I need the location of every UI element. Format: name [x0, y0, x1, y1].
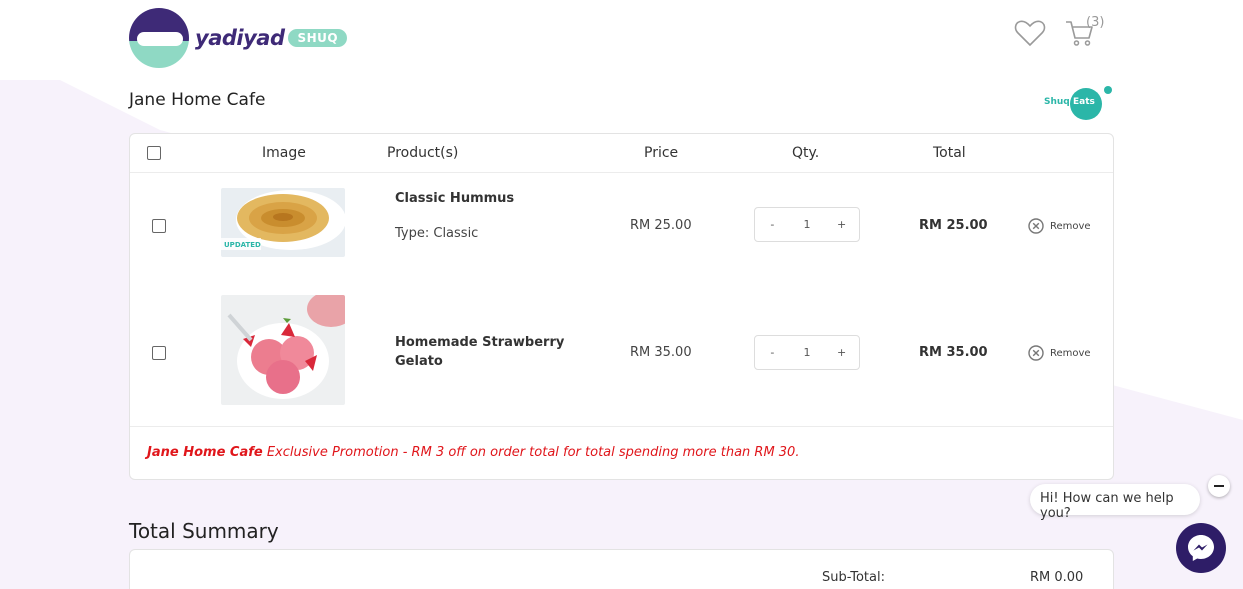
product-image-hummus[interactable]: UPDATED — [221, 188, 345, 257]
column-header-image: Image — [262, 145, 306, 161]
messenger-button[interactable] — [1176, 523, 1226, 573]
summary-card: Sub-Total: RM 0.00 — [129, 549, 1114, 589]
remove-label: Remove — [1050, 347, 1091, 359]
quantity-stepper: - 1 + — [754, 335, 860, 370]
qty-decrease-button[interactable]: - — [762, 346, 782, 359]
logo-badge: SHUQ — [288, 29, 348, 47]
promo-text: Exclusive Promotion - RM 3 off on order … — [262, 445, 800, 460]
remove-button[interactable]: Remove — [1028, 218, 1091, 234]
product-price: RM 35.00 — [630, 345, 692, 360]
chat-minimize-button[interactable] — [1208, 475, 1230, 497]
product-type: Type: Classic — [395, 226, 479, 241]
close-circle-icon — [1028, 218, 1044, 234]
item-checkbox[interactable] — [152, 346, 166, 360]
product-name[interactable]: Homemade Strawberry Gelato — [395, 333, 575, 371]
logo-text: yadiyad — [195, 26, 285, 50]
row-total: RM 35.00 — [919, 345, 988, 360]
chat-greeting-bubble[interactable]: Hi! How can we help you? — [1030, 484, 1200, 521]
cart-count-badge[interactable]: (3) — [1086, 15, 1104, 30]
row-total: RM 25.00 — [919, 218, 988, 233]
cart-table: Image Product(s) Price Qty. Total UPDATE… — [129, 133, 1114, 480]
divider — [130, 172, 1113, 173]
product-image-gelato[interactable] — [221, 295, 345, 405]
qty-value[interactable]: 1 — [797, 218, 817, 231]
column-header-total: Total — [933, 145, 966, 161]
qty-value[interactable]: 1 — [797, 346, 817, 359]
product-price: RM 25.00 — [630, 218, 692, 233]
product-name[interactable]: Classic Hummus — [395, 189, 514, 208]
store-name[interactable]: Jane Home Cafe — [129, 90, 265, 110]
column-header-products: Product(s) — [387, 145, 459, 161]
select-all-checkbox[interactable] — [147, 146, 161, 160]
summary-title: Total Summary — [129, 519, 279, 543]
subtotal-label: Sub-Total: — [822, 570, 885, 585]
promotion-banner: Jane Home Cafe Exclusive Promotion - RM … — [147, 445, 799, 460]
site-logo[interactable]: yadiyad SHUQ — [129, 8, 348, 68]
qty-increase-button[interactable]: + — [832, 346, 852, 359]
column-header-price: Price — [644, 145, 679, 161]
logo-emblem — [129, 8, 189, 68]
minus-icon — [1214, 485, 1224, 487]
messenger-icon — [1188, 535, 1214, 561]
svg-text:UPDATED: UPDATED — [224, 241, 261, 249]
item-checkbox[interactable] — [152, 219, 166, 233]
heart-icon[interactable] — [1014, 18, 1046, 48]
close-circle-icon — [1028, 345, 1044, 361]
qty-increase-button[interactable]: + — [832, 218, 852, 231]
remove-button[interactable]: Remove — [1028, 345, 1091, 361]
promo-store-name: Jane Home Cafe — [147, 445, 263, 460]
subtotal-value: RM 0.00 — [1030, 570, 1084, 585]
quantity-stepper: - 1 + — [754, 207, 860, 242]
qty-decrease-button[interactable]: - — [762, 218, 782, 231]
remove-label: Remove — [1050, 220, 1091, 232]
column-header-qty: Qty. — [792, 145, 820, 161]
shuq-eats-logo: Shuq Eats — [1044, 86, 1114, 120]
divider — [130, 426, 1113, 427]
